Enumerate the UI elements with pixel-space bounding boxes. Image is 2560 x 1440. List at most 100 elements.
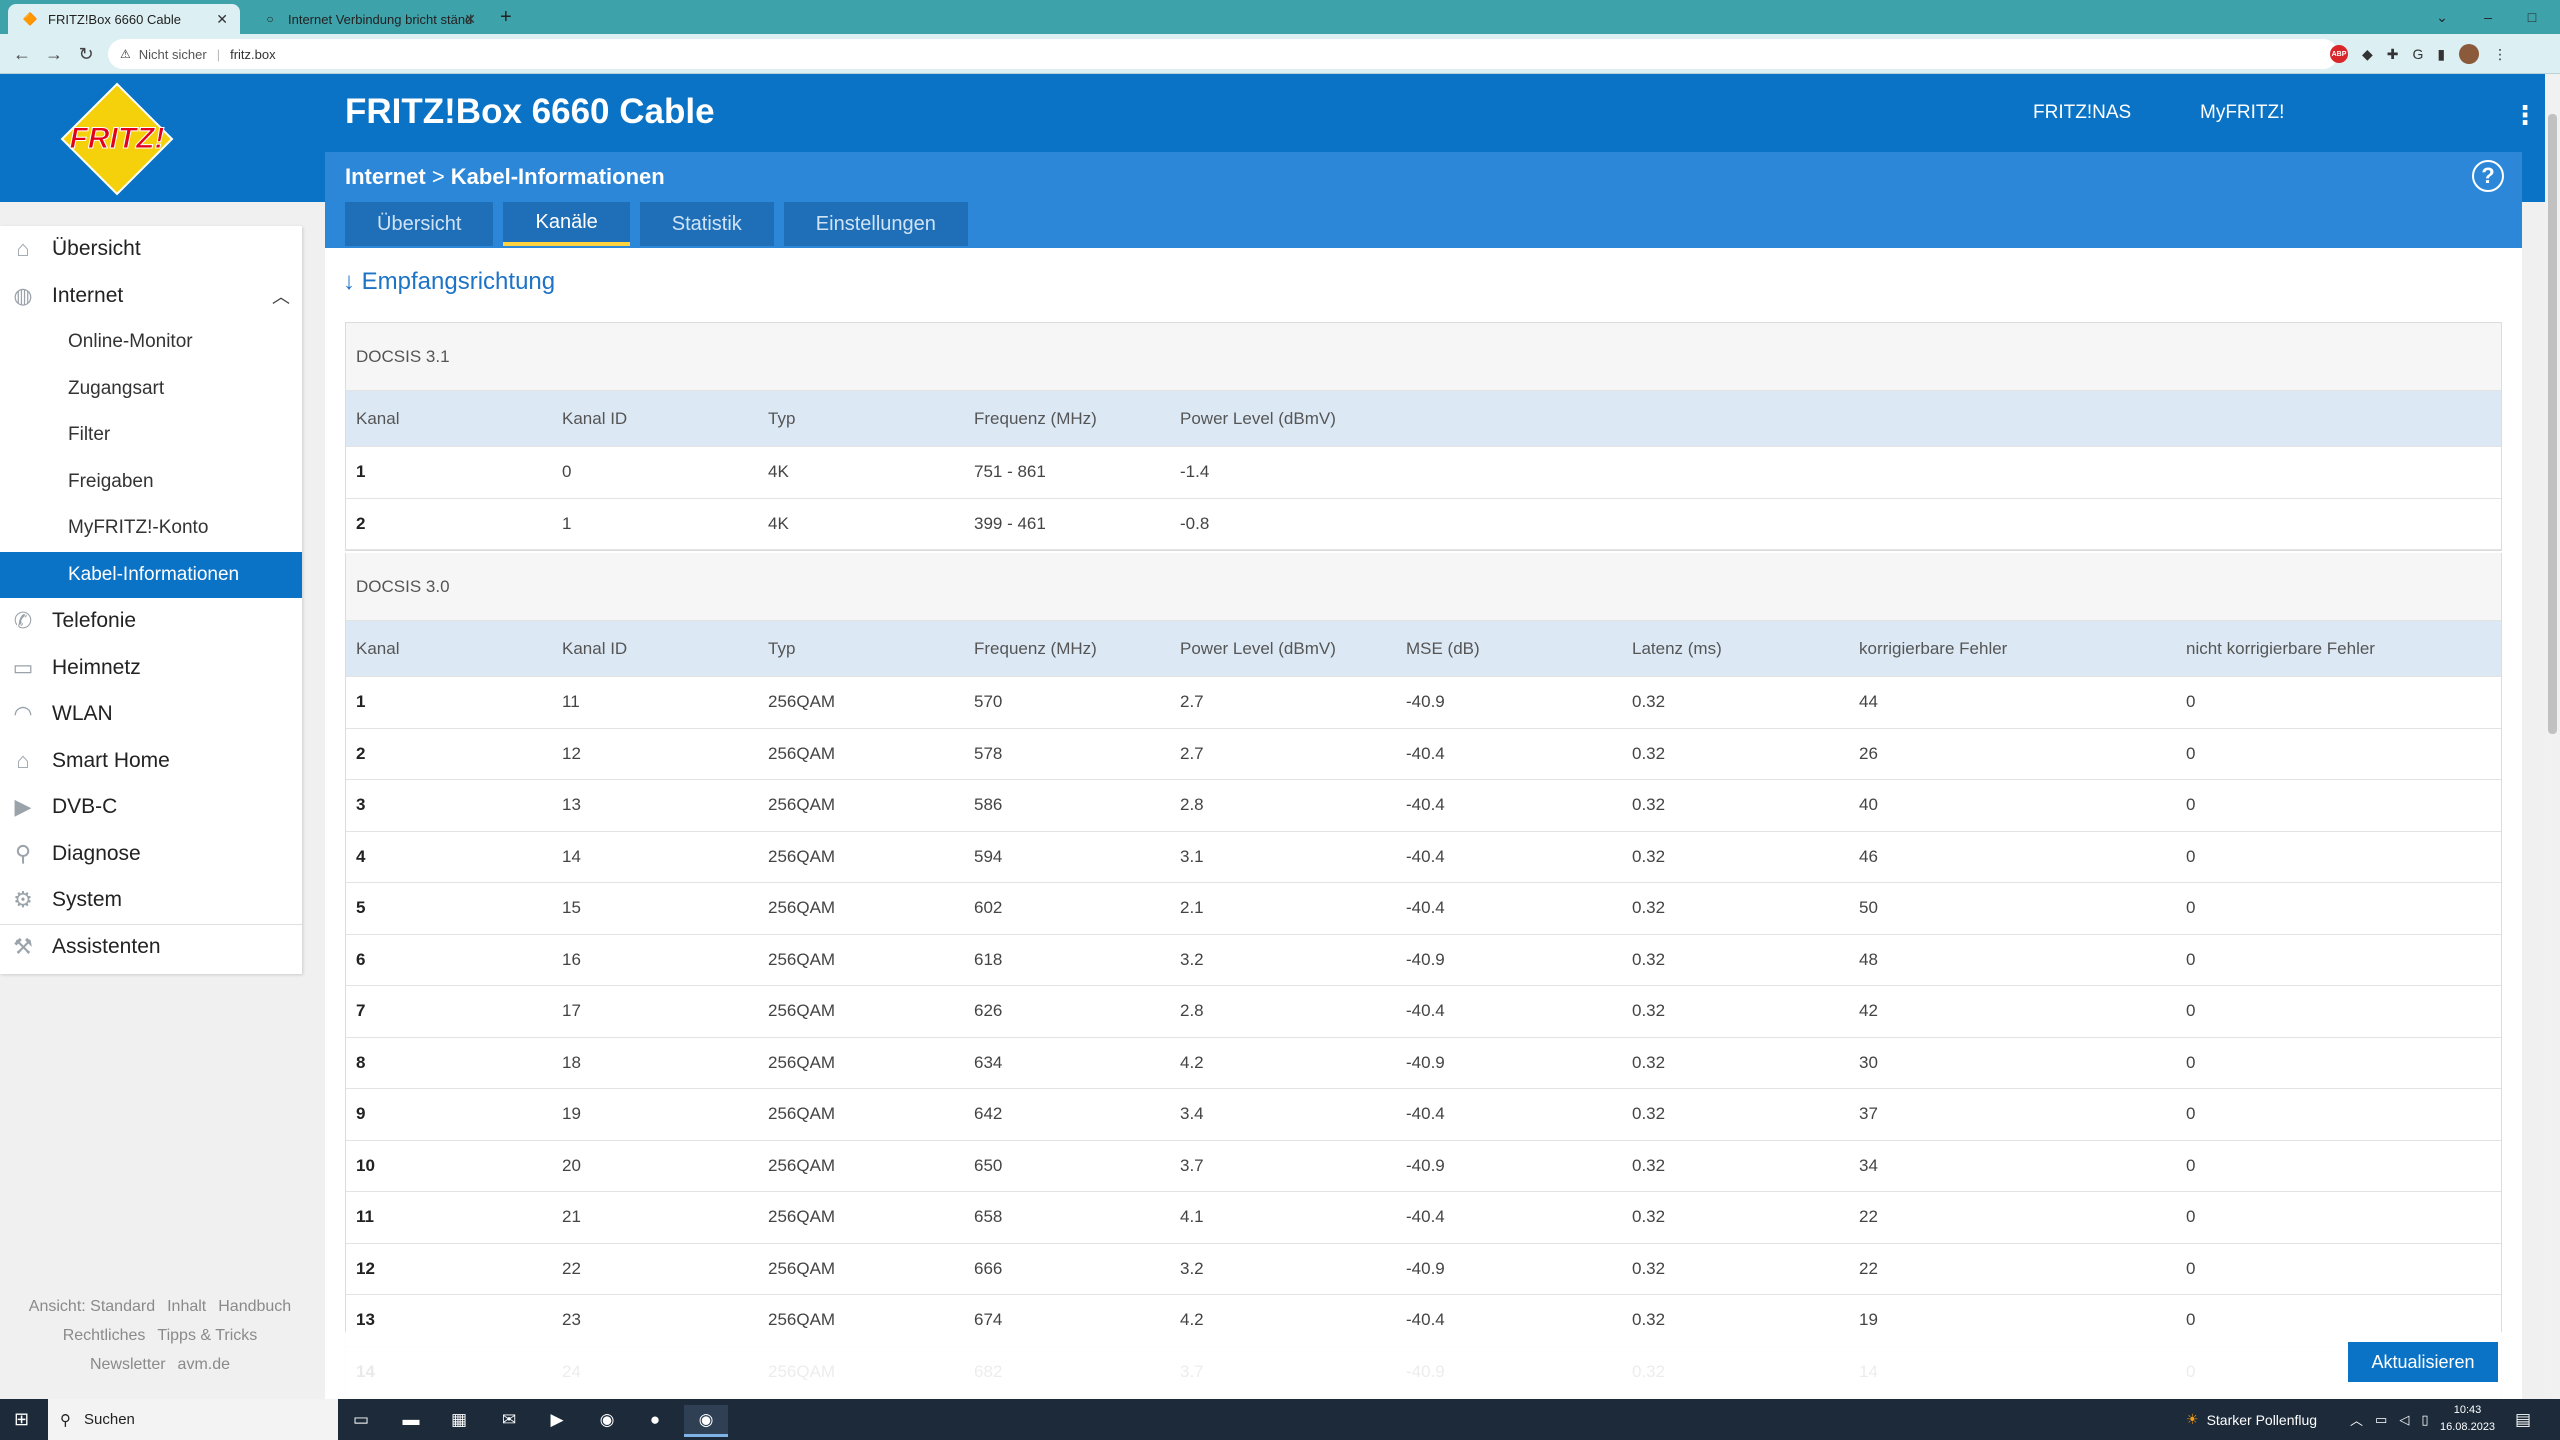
file-explorer-icon[interactable]: ▬ xyxy=(398,1407,424,1433)
table-cell: -40.4 xyxy=(1406,1207,1445,1227)
table-row: 6 16 256QAM 618 3.2 -40.9 0.32 48 0 xyxy=(346,935,2501,986)
notification-icon[interactable]: ▤ xyxy=(2510,1407,2536,1433)
more-menu-icon[interactable]: ⋮ xyxy=(2512,102,2538,128)
table-cell: 12 xyxy=(562,743,581,763)
chevron-up-icon[interactable]: ︿ xyxy=(272,283,290,309)
footer-link[interactable]: Tipps & Tricks xyxy=(157,1327,257,1344)
adblock-icon[interactable]: ABP xyxy=(2330,45,2348,63)
network-tray-icon[interactable]: ▭ xyxy=(2375,1412,2387,1428)
extension-icon[interactable]: ◆ xyxy=(2362,46,2373,63)
volume-icon[interactable]: ◁ xyxy=(2399,1412,2409,1428)
taskbar-clock[interactable]: 10:43 16.08.2023 xyxy=(2440,1402,2495,1436)
forward-arrow-icon[interactable]: → xyxy=(42,42,66,66)
address-bar[interactable]: ⚠ Nicht sicher | fritz.box xyxy=(108,39,2338,69)
separator: | xyxy=(216,46,221,62)
store-icon[interactable]: ▦ xyxy=(446,1407,472,1433)
table-cell: 46 xyxy=(1859,846,1878,866)
table-cell: 0 xyxy=(562,462,572,482)
minimize-button[interactable]: – xyxy=(2466,0,2510,34)
table-cell: 40 xyxy=(1859,795,1878,815)
close-tab-icon[interactable]: ✕ xyxy=(464,11,476,28)
reload-icon[interactable]: ↻ xyxy=(74,42,98,66)
footer-link[interactable]: avm.de xyxy=(178,1356,230,1373)
sidebar-subitem-zugangsart[interactable]: Zugangsart xyxy=(0,366,302,413)
task-view-icon[interactable]: ▭ xyxy=(348,1407,374,1433)
table-cell: 4.1 xyxy=(1180,1207,1204,1227)
sidebar-item-dvb-c[interactable]: ▶ DVB-C xyxy=(0,784,302,831)
fritz-logo[interactable]: FRITZ! xyxy=(60,82,175,197)
sidebar-item-internet[interactable]: ◍ Internet ︿ xyxy=(0,273,302,320)
tab-kanaele[interactable]: Kanäle xyxy=(503,202,630,246)
mail-icon[interactable]: ✉ xyxy=(496,1407,522,1433)
tab-einstellungen[interactable]: Einstellungen xyxy=(783,202,968,246)
column-header: Typ xyxy=(768,408,796,428)
table-cell: 256QAM xyxy=(768,743,836,763)
table-cell: 618 xyxy=(974,949,1003,969)
table-cell: 578 xyxy=(974,743,1003,763)
fritznas-link[interactable]: FRITZ!NAS xyxy=(2033,102,2131,124)
table-cell: 0 xyxy=(2186,692,2196,712)
chrome-active-icon[interactable]: ◉ xyxy=(684,1405,728,1437)
sidebar-subitem-filter[interactable]: Filter xyxy=(0,412,302,459)
sidebar-subitem-kabel-informationen[interactable]: Kabel-Informationen xyxy=(0,551,302,598)
new-tab-button[interactable]: + xyxy=(500,6,512,29)
help-icon[interactable]: ? xyxy=(2472,160,2504,192)
table-cell: 1 xyxy=(356,692,366,712)
sidebar-item-uebersicht[interactable]: ⌂ Übersicht xyxy=(0,226,302,273)
update-button[interactable]: Aktualisieren xyxy=(2348,1342,2498,1382)
sidebar-item-assistenten[interactable]: ⚒ Assistenten xyxy=(0,923,302,971)
browser-tab[interactable]: ○ Internet Verbindung bricht ständ ✕ xyxy=(248,4,488,34)
table-cell: 11 xyxy=(356,1207,374,1227)
sidebar-item-wlan[interactable]: ◠ WLAN xyxy=(0,691,302,738)
table-cell: 0.32 xyxy=(1632,743,1666,763)
footer-link[interactable]: Ansicht: Standard xyxy=(29,1298,155,1315)
menu-icon[interactable]: ⋮ xyxy=(2493,46,2507,63)
sidebar-item-system[interactable]: ⚙ System xyxy=(0,877,302,924)
sidepanel-icon[interactable]: ▮ xyxy=(2437,46,2445,63)
chevron-down-icon[interactable]: ⌄ xyxy=(2420,0,2464,34)
tab-statistik[interactable]: Statistik xyxy=(639,202,774,246)
sidebar-item-diagnose[interactable]: ⚲ Diagnose xyxy=(0,831,302,878)
sidebar-item-label: System xyxy=(52,888,123,912)
tab-uebersicht[interactable]: Übersicht xyxy=(345,202,494,246)
table-cell: 256QAM xyxy=(768,846,836,866)
table-cell: 5 xyxy=(356,898,366,918)
breadcrumb-section[interactable]: Internet xyxy=(345,164,426,189)
footer-link[interactable]: Newsletter xyxy=(90,1356,166,1373)
column-header: Kanal ID xyxy=(562,638,628,658)
scrollbar-thumb[interactable] xyxy=(2548,114,2557,734)
battery-icon[interactable]: ▯ xyxy=(2421,1412,2428,1428)
close-tab-icon[interactable]: ✕ xyxy=(216,11,228,28)
google-icon[interactable]: G xyxy=(2413,46,2424,62)
puzzle-icon[interactable]: ✚ xyxy=(2387,46,2399,63)
table-cell: -40.4 xyxy=(1406,1310,1445,1330)
sidebar-subitem-online-monitor[interactable]: Online-Monitor xyxy=(0,319,302,366)
windows-start-icon[interactable]: ⊞ xyxy=(14,1409,29,1430)
table-cell: 13 xyxy=(562,795,581,815)
myfritz-link[interactable]: MyFRITZ! xyxy=(2200,102,2284,124)
chrome-icon[interactable]: ◉ xyxy=(594,1407,620,1433)
browser-tab-active[interactable]: 🔶 FRITZ!Box 6660 Cable ✕ xyxy=(8,4,240,34)
maximize-button[interactable]: □ xyxy=(2510,0,2554,34)
taskbar-search[interactable]: ⚲ Suchen xyxy=(48,1399,338,1440)
table-cell: 26 xyxy=(1859,743,1878,763)
sidebar-subitem-freigaben[interactable]: Freigaben xyxy=(0,459,302,506)
footer-link[interactable]: Handbuch xyxy=(218,1298,291,1315)
weather-widget[interactable]: ☀ Starker Pollenflug xyxy=(2186,1399,2317,1440)
back-arrow-icon[interactable]: ← xyxy=(10,42,34,66)
sidebar-item-heimnetz[interactable]: ▭ Heimnetz xyxy=(0,645,302,692)
tray-chevron-icon[interactable]: ︿ xyxy=(2350,1410,2363,1429)
table-cell: 626 xyxy=(974,1001,1003,1021)
tv-icon: ▶ xyxy=(14,794,32,820)
profile-avatar[interactable] xyxy=(2459,44,2480,64)
sidebar-item-smart-home[interactable]: ⌂ Smart Home xyxy=(0,738,302,785)
clock-date: 16.08.2023 xyxy=(2440,1421,2496,1433)
table-cell: 0.32 xyxy=(1632,795,1666,815)
app-icon[interactable]: ● xyxy=(642,1407,668,1433)
sidebar-subitem-myfritz-konto[interactable]: MyFRITZ!-Konto xyxy=(0,505,302,552)
sidebar-item-telefonie[interactable]: ✆ Telefonie xyxy=(0,598,302,645)
footer-link[interactable]: Inhalt xyxy=(167,1298,206,1315)
footer-link[interactable]: Rechtliches xyxy=(63,1327,146,1344)
scrollbar[interactable] xyxy=(2545,74,2560,1399)
media-icon[interactable]: ▶ xyxy=(544,1407,570,1433)
